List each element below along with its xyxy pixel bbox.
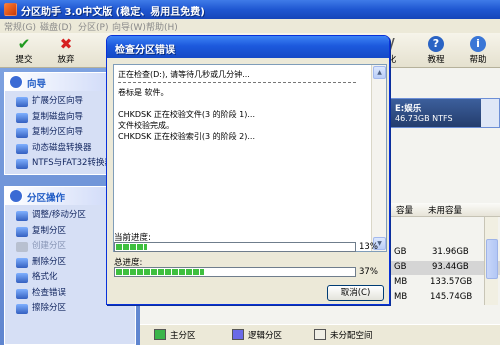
tutorial-button[interactable]: ? 教程 [418, 35, 454, 67]
convert-icon [16, 159, 28, 169]
current-progress-fill [116, 244, 147, 250]
cell-capacity: MB [394, 277, 408, 287]
resize-icon [16, 211, 28, 221]
primary-swatch-icon [154, 329, 166, 340]
dialog-title: 检查分区错误 [115, 45, 175, 56]
question-icon: ? [428, 36, 444, 52]
wizard-item-label: NTFS与FAT32转换器 [32, 158, 113, 168]
cell-free: 133.57GB [430, 277, 473, 287]
dynamic-disk-icon [16, 143, 28, 154]
legend-unallocated: 未分配空间 [314, 329, 373, 341]
app-title-bar: 分区助手 3.0中文版 (稳定、易用且免费) [0, 0, 500, 19]
copy-partition-icon [16, 128, 28, 138]
legend: 主分区 逻辑分区 未分配空间 [140, 324, 500, 345]
log-line: CHKDSK 正在校验索引(3 的阶段 2)... [118, 132, 256, 141]
total-progress-bar [114, 267, 356, 277]
legend-logical: 逻辑分区 [232, 329, 282, 341]
op-label: 复制分区 [32, 225, 67, 236]
col-free[interactable]: 未用容量 [428, 204, 462, 216]
log-line: 正在检查(D:), 请等待几秒或几分钟... [118, 70, 250, 79]
op-label: 创建分区 [32, 241, 67, 251]
op-label: 检查错误 [32, 287, 67, 298]
wizard-item-label: 动态磁盘转换器 [32, 142, 92, 153]
op-label: 擦除分区 [32, 303, 67, 313]
menu-bar: 常规(G) 磁盘(D) 分区(P) 向导(W) 帮助(H) [0, 19, 500, 33]
legend-primary: 主分区 [154, 329, 196, 341]
check-errors-dialog: 检查分区错误 正在检查(D:), 请等待几秒或几分钟... 卷标是 软件。 CH… [106, 35, 390, 305]
wizard-item-label: 复制分区向导 [32, 127, 84, 137]
col-capacity[interactable]: 容量 [396, 204, 413, 216]
help-button[interactable]: i 帮助 [460, 35, 496, 67]
log-separator [118, 82, 356, 83]
op-label: 格式化 [32, 272, 58, 282]
op-label: 调整/移动分区 [32, 210, 86, 220]
segment-name: E:娱乐 [395, 104, 422, 114]
app-title: 分区助手 3.0中文版 (稳定、易用且免费) [21, 7, 205, 18]
cell-free: 31.96GB [432, 247, 469, 257]
info-icon: i [470, 36, 486, 52]
format-icon [16, 273, 28, 283]
cell-free: 145.74GB [430, 292, 473, 302]
legend-primary-label: 主分区 [170, 331, 196, 341]
cancel-button[interactable]: 取消(C) [327, 285, 384, 301]
menu-wizard[interactable]: 向导(W) [112, 20, 146, 33]
unallocated-swatch-icon [314, 329, 326, 340]
tutorial-label: 教程 [427, 55, 445, 65]
legend-logical-label: 逻辑分区 [248, 331, 283, 341]
partition-grid-header: 容量 未用容量 [390, 203, 500, 217]
copy-disk-icon [16, 112, 28, 123]
wizard-panel-title: 向导 [27, 79, 47, 90]
partition-panel-title: 分区操作 [27, 193, 66, 204]
discard-label: 放弃 [57, 55, 75, 65]
app-logo-icon [4, 3, 17, 16]
segment-size: 46.73GB NTFS [395, 114, 453, 123]
grid-scrollbar[interactable] [484, 217, 498, 305]
wizard-item-label: 扩展分区向导 [32, 96, 84, 106]
log-line: CHKDSK 正在校验文件(3 的阶段 1)... [118, 110, 256, 119]
logical-swatch-icon [232, 329, 244, 340]
wizard-icon [9, 75, 23, 89]
submit-label: 提交 [15, 55, 33, 65]
cell-free: 93.44GB [432, 262, 469, 272]
legend-unallocated-label: 未分配空间 [330, 331, 373, 341]
copy-icon [16, 226, 28, 237]
disk-map[interactable]: E:娱乐 46.73GB NTFS [390, 98, 500, 128]
check-icon [16, 288, 28, 299]
op-label: 删除分区 [32, 256, 67, 267]
menu-general[interactable]: 常规(G) [4, 20, 36, 33]
total-progress-fill [116, 269, 205, 275]
discard-button[interactable]: ✖ 放弃 [48, 35, 84, 67]
checkmark-icon: ✔ [17, 35, 31, 53]
disk-segment-e[interactable]: E:娱乐 46.73GB NTFS [391, 99, 481, 127]
menu-help[interactable]: 帮助(H) [146, 20, 178, 33]
current-progress-percent: 13% [359, 242, 378, 252]
scroll-up-icon[interactable]: ▲ [373, 66, 386, 79]
check-log[interactable]: 正在检查(D:), 请等待几秒或几分钟... 卷标是 软件。 CHKDSK 正在… [113, 64, 387, 252]
cell-capacity: MB [394, 292, 408, 302]
log-line: 文件校验完成。 [118, 121, 174, 130]
create-icon [16, 242, 28, 252]
cell-capacity: GB [394, 262, 407, 272]
cross-icon: ✖ [59, 35, 73, 53]
wizard-item-label: 复制磁盘向导 [32, 111, 84, 122]
grid-scroll-thumb[interactable] [486, 239, 498, 279]
log-line: 卷标是 软件。 [118, 88, 169, 97]
total-progress-percent: 37% [359, 267, 378, 277]
submit-button[interactable]: ✔ 提交 [6, 35, 42, 67]
dialog-title-bar[interactable]: 检查分区错误 [107, 36, 389, 58]
current-progress-bar [114, 242, 356, 252]
menu-partition[interactable]: 分区(P) [78, 20, 108, 33]
partition-ops-icon [9, 189, 23, 203]
wipe-icon [16, 304, 28, 314]
log-scrollbar[interactable]: ▲ ▼ [371, 65, 386, 251]
menu-disk[interactable]: 磁盘(D) [40, 20, 72, 33]
extend-icon [16, 97, 28, 107]
delete-icon [16, 257, 28, 268]
cell-capacity: GB [394, 247, 407, 257]
help-label: 帮助 [469, 55, 487, 65]
